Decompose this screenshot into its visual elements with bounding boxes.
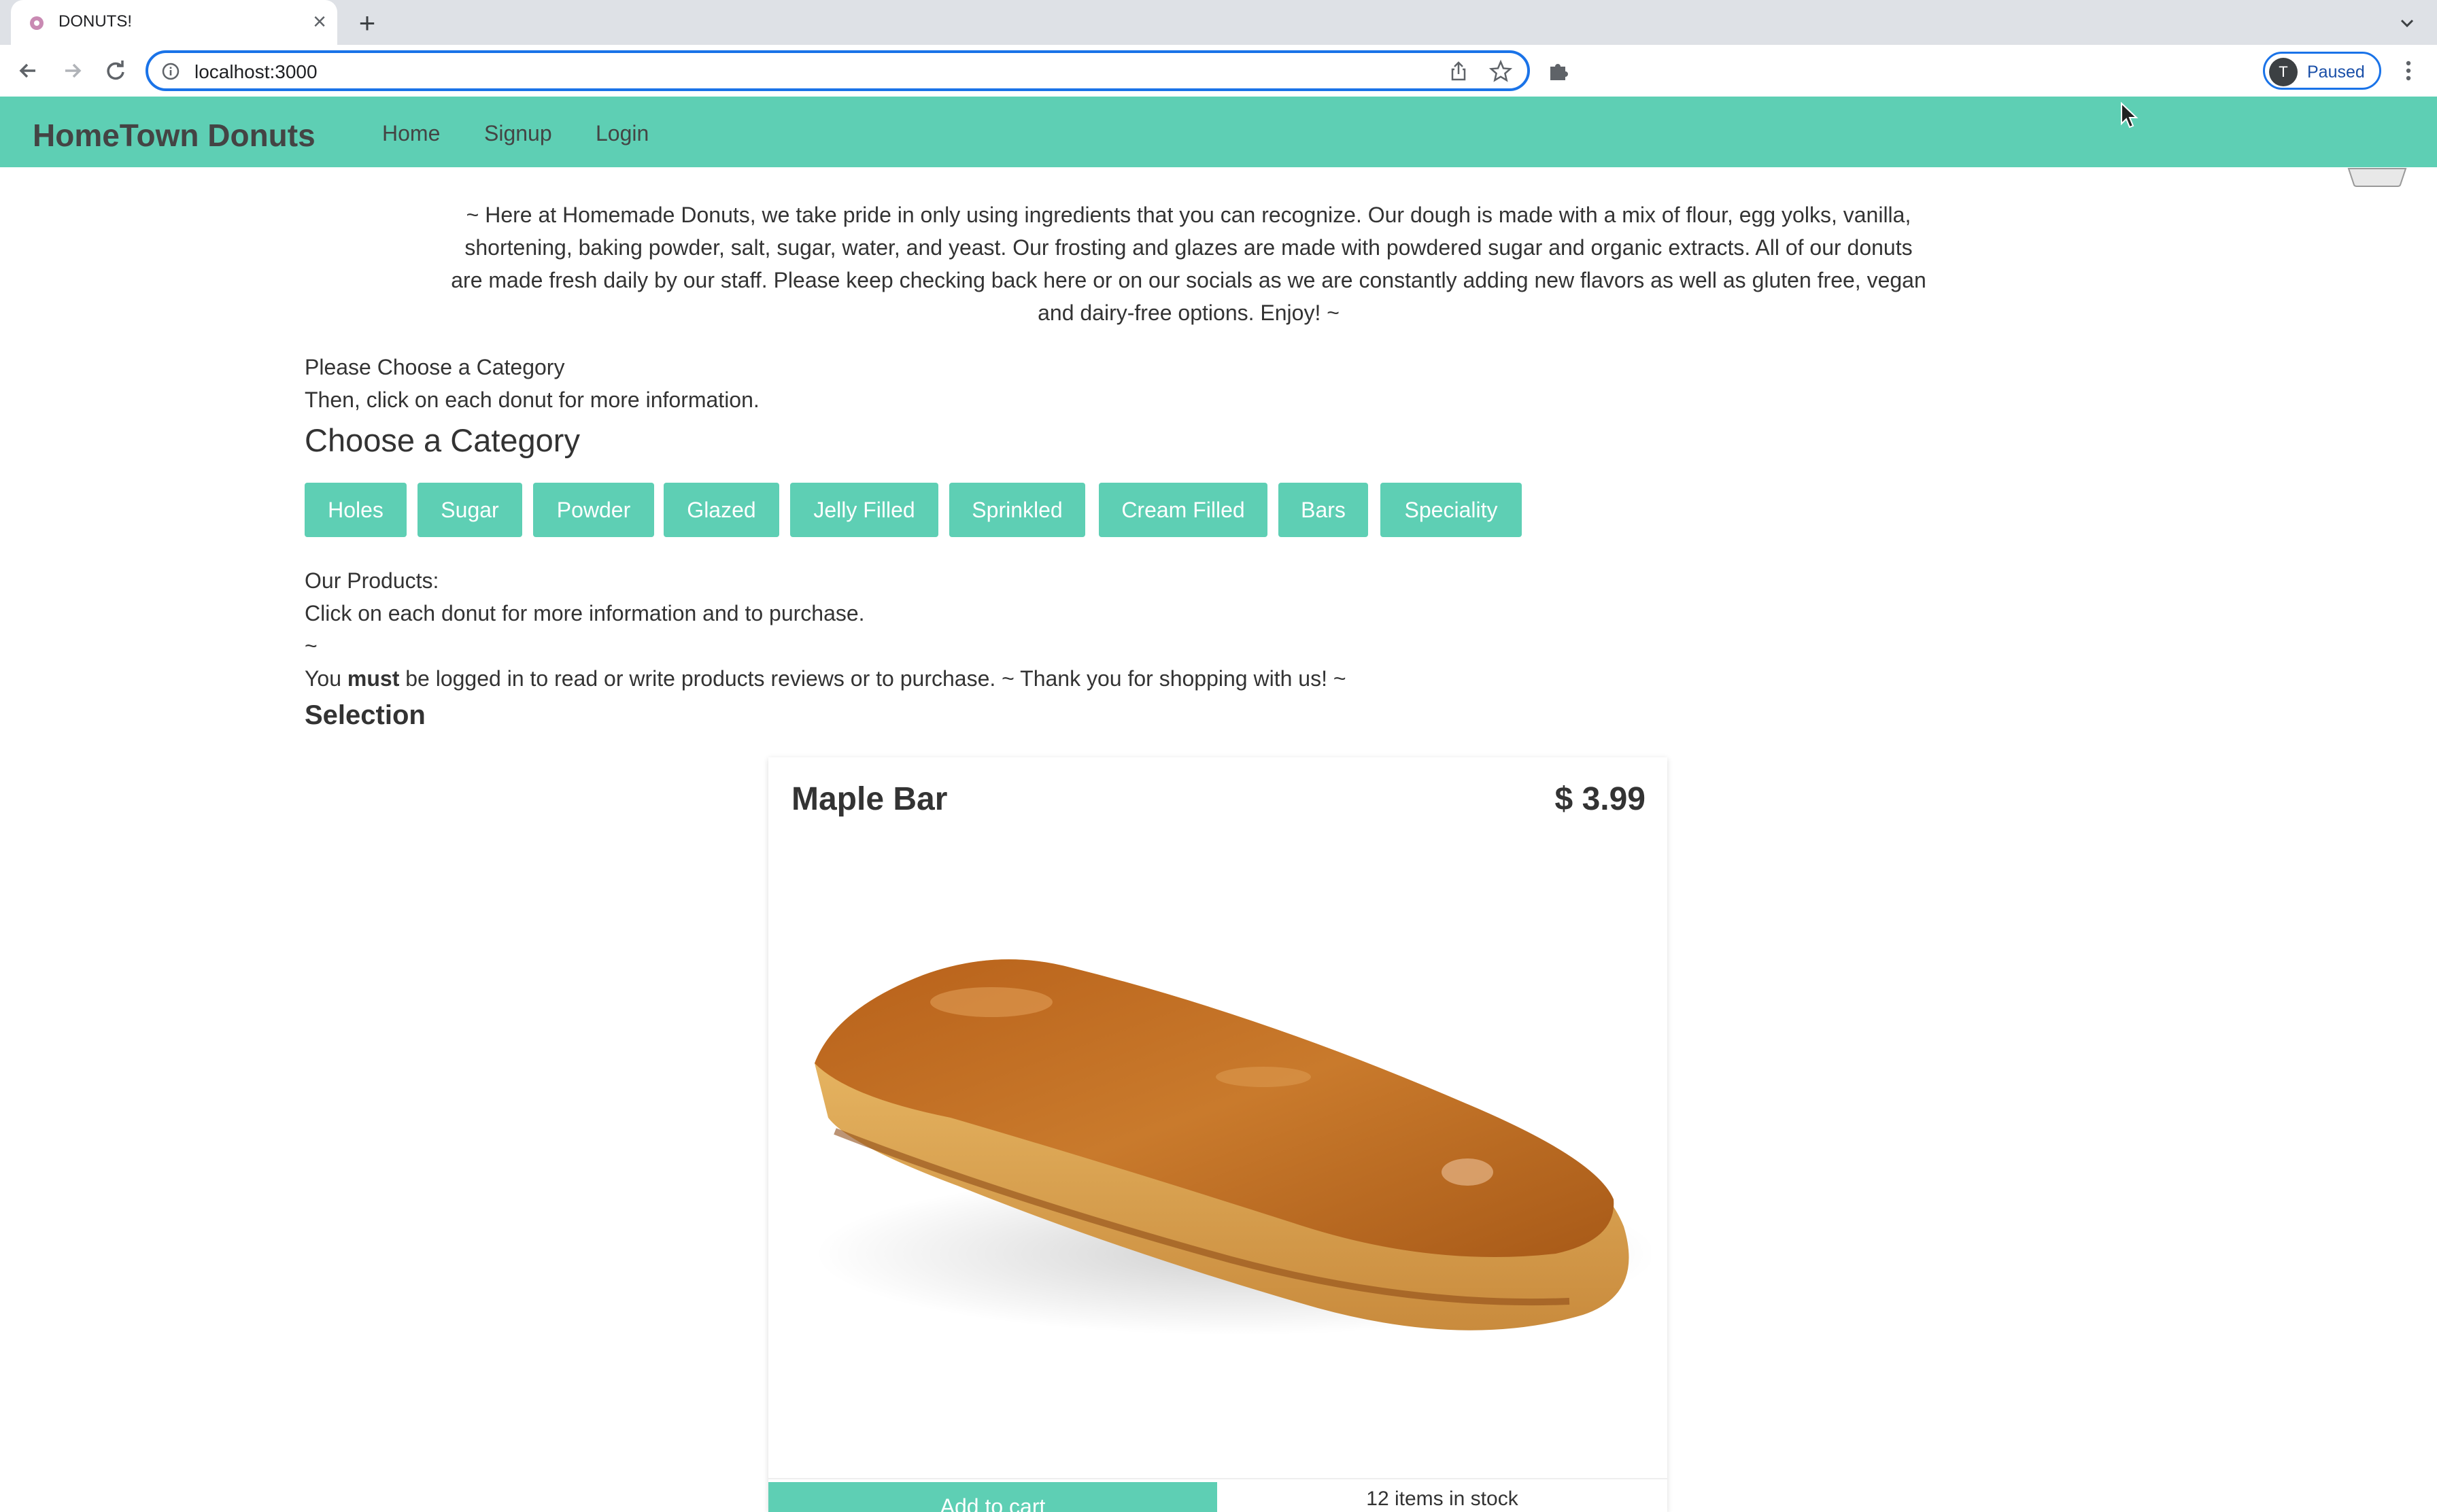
chevron-down-icon[interactable] [2393,10,2421,37]
star-icon[interactable] [1489,60,1512,83]
login-notice: You must be logged in to read or write p… [305,666,1346,691]
forward-arrow-icon[interactable] [56,54,88,87]
nav-link-login[interactable]: Login [596,121,649,146]
browser-tab-strip: DONUTS! × + [0,0,2437,45]
address-bar[interactable]: localhost:3000 [146,50,1530,91]
tab-title: DONUTS! [58,12,132,31]
favicon-icon [30,16,44,30]
brand-logo[interactable]: HomeTown Donuts [33,117,316,154]
back-arrow-icon[interactable] [12,54,45,87]
category-button-powder[interactable]: Powder [533,483,654,537]
close-icon[interactable]: × [306,8,333,35]
tilde-separator: ~ [305,634,318,658]
avatar: T [2269,58,2298,86]
browser-tab[interactable]: DONUTS! × [11,0,337,45]
product-name: Maple Bar [791,781,948,817]
category-heading: Choose a Category [305,422,580,458]
profile-status: Paused [2307,63,2365,82]
site-navbar: HomeTown Donuts Home Signup Login [0,97,2437,167]
category-button-sugar[interactable]: Sugar [417,483,522,537]
instruction-line: Then, click on each donut for more infor… [305,388,760,412]
cursor-icon [2121,102,2138,128]
products-label: Our Products: [305,568,439,593]
puzzle-icon[interactable] [1545,57,1572,84]
share-icon[interactable] [1447,60,1470,83]
product-price: $ 3.99 [1554,781,1646,817]
category-button-sprinkled[interactable]: Sprinkled [949,483,1085,537]
category-button-bars[interactable]: Bars [1278,483,1368,537]
category-button-glazed[interactable]: Glazed [664,483,779,537]
url-text: localhost:3000 [194,61,318,82]
profile-button[interactable]: T Paused [2263,52,2381,90]
basket-icon[interactable] [2347,167,2407,188]
intro-paragraph: ~ Here at Homemade Donuts, we take pride… [451,203,1926,325]
category-button-cream-filled[interactable]: Cream Filled [1099,483,1267,537]
card-divider [768,1478,1667,1479]
info-icon[interactable] [162,63,180,80]
nav-link-signup[interactable]: Signup [484,121,552,146]
category-button-speciality[interactable]: Speciality [1380,483,1522,537]
add-to-cart-button[interactable]: Add to cart [768,1482,1217,1512]
notice-text: be logged in to read or write products r… [399,666,1346,691]
selection-heading: Selection [305,700,426,730]
reload-icon[interactable] [99,54,132,87]
products-instruction: Click on each donut for more information… [305,601,865,625]
category-button-holes[interactable]: Holes [305,483,407,537]
instruction-line: Please Choose a Category [305,355,565,379]
nav-link-home[interactable]: Home [382,121,440,146]
kebab-menu-icon[interactable] [2395,57,2422,84]
plus-icon[interactable]: + [352,8,382,38]
product-image[interactable] [787,873,1651,1369]
browser-toolbar: localhost:3000 T Paused [0,45,2437,97]
stock-count: 12 items in stock [1366,1488,1518,1510]
category-button-jelly-filled[interactable]: Jelly Filled [790,483,938,537]
product-card[interactable]: Maple Bar $ 3.99 Add to cart 12 items in… [768,757,1667,1512]
notice-text: You [305,666,347,691]
notice-emphasis: must [347,666,400,691]
